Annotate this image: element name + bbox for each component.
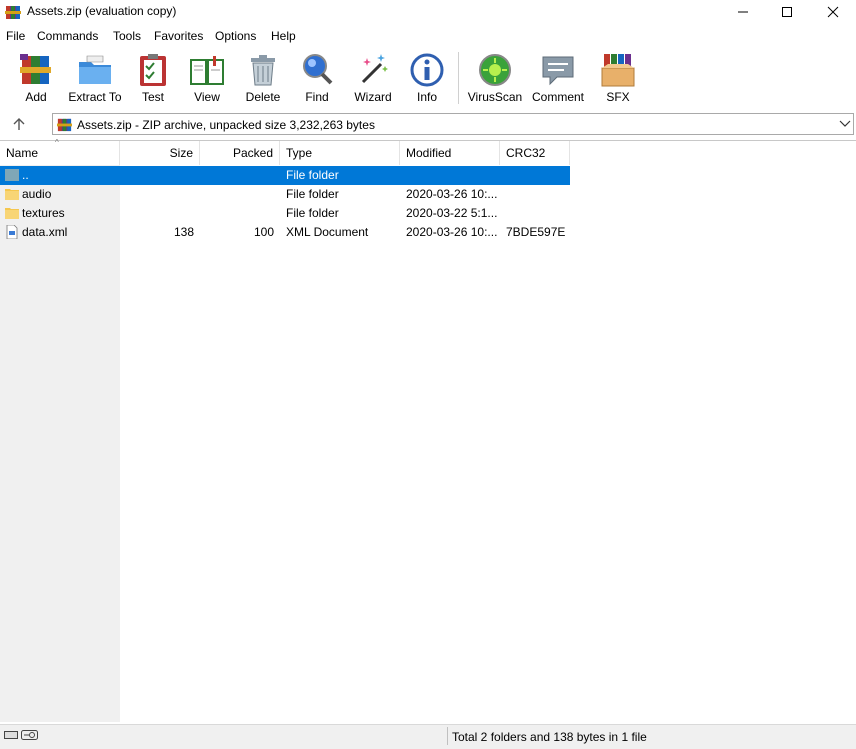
status-separator [447,727,448,745]
test-label: Test [141,90,164,104]
menu-commands[interactable]: Commands [37,29,98,43]
menu-bar: File Commands Tools Favorites Options He… [0,26,856,46]
comment-label: Comment [531,90,584,104]
extract-to-label: Extract To [68,90,122,104]
minimize-icon [738,11,748,13]
column-type[interactable]: Type [280,141,400,165]
wizard-label: Wizard [354,90,392,104]
add-button[interactable]: Add [14,48,58,106]
view-book-icon [190,56,224,85]
extract-to-button[interactable]: Extract To [66,48,124,106]
delete-label: Delete [245,90,281,104]
add-label: Add [25,90,47,104]
folder-icon [5,208,19,219]
status-text: Total 2 folders and 138 bytes in 1 file [452,730,647,744]
column-modified[interactable]: Modified [400,141,500,165]
magic-wand-icon [361,54,388,84]
menu-file[interactable]: File [6,29,25,43]
test-button[interactable]: Test [134,48,172,106]
close-icon [827,6,839,18]
maximize-button[interactable] [764,0,810,24]
table-row[interactable]: textures File folder 2020-03-22 5:1... [0,204,570,223]
magnifier-icon [303,54,333,85]
comment-button[interactable]: Comment [528,48,588,106]
table-row[interactable]: data.xml 138 100 XML Document 2020-03-26… [0,223,570,242]
comment-icon [542,56,574,86]
menu-options[interactable]: Options [215,29,256,43]
column-packed[interactable]: Packed [200,141,280,165]
close-button[interactable] [810,0,856,24]
address-text: Assets.zip - ZIP archive, unpacked size … [77,118,375,132]
virus-scan-icon [479,54,511,86]
delete-button[interactable]: Delete [242,48,284,106]
minimize-button[interactable] [720,0,766,24]
archive-icon [57,118,72,132]
find-button[interactable]: Find [298,48,336,106]
window-title: Assets.zip (evaluation copy) [27,4,177,18]
folder-icon [5,189,19,200]
sort-ascending-icon: ^ [55,138,59,147]
table-row[interactable]: audio File folder 2020-03-26 10:... [0,185,570,204]
column-name[interactable]: Name [0,141,120,165]
xml-file-icon [6,225,18,239]
extract-folder-icon [79,55,111,84]
maximize-icon [782,7,792,17]
toolbar-separator [458,52,459,104]
virusscan-label: VirusScan [467,90,523,104]
parent-folder-icon [5,169,19,181]
view-button[interactable]: View [184,48,230,106]
test-clipboard-icon [140,54,166,86]
sfx-box-icon [601,54,635,87]
find-label: Find [305,90,329,104]
info-label: Info [416,90,437,104]
view-label: View [194,90,220,104]
wizard-button[interactable]: Wizard [350,48,396,106]
virusscan-button[interactable]: VirusScan [466,48,524,106]
menu-tools[interactable]: Tools [113,29,141,43]
winrar-icon [5,6,21,19]
info-button[interactable]: Info [408,48,446,106]
drive-icon [4,731,18,739]
up-arrow-icon[interactable] [10,116,28,132]
status-bar [0,724,856,749]
trash-icon [251,55,275,86]
sfx-label: SFX [606,90,630,104]
chevron-down-icon[interactable] [838,118,852,130]
sfx-button[interactable]: SFX [598,48,638,106]
menu-favorites[interactable]: Favorites [154,29,203,43]
key-icon [21,730,38,740]
add-archive-icon [20,54,51,84]
toolbar: Add Extract To Test View Delete Find Wiz… [0,48,856,108]
menu-help[interactable]: Help [271,29,296,43]
column-crc32[interactable]: CRC32 [500,141,570,165]
table-row[interactable]: .. File folder [0,166,570,185]
column-header-row: Name Size Packed Type Modified CRC32 [0,141,570,165]
info-icon [410,53,444,87]
column-size[interactable]: Size [120,141,200,165]
